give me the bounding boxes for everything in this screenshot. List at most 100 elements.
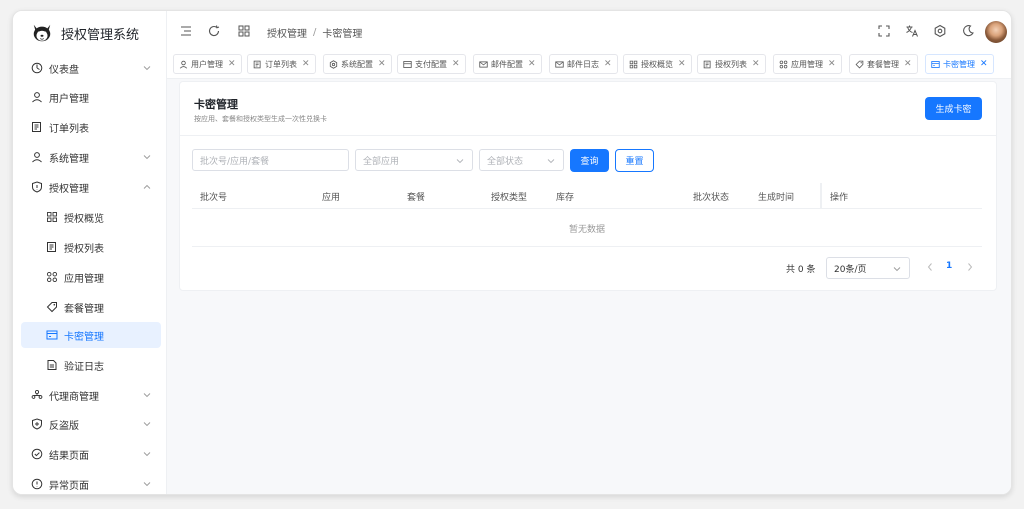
reset-button[interactable]: 重置 bbox=[615, 149, 654, 172]
fullscreen-icon[interactable] bbox=[877, 24, 891, 38]
settings-icon[interactable] bbox=[933, 24, 947, 38]
grid-icon[interactable] bbox=[237, 24, 251, 38]
close-icon[interactable]: ✕ bbox=[604, 59, 612, 69]
user-icon bbox=[32, 152, 42, 163]
chevron-down-icon bbox=[143, 452, 151, 457]
close-icon[interactable]: ✕ bbox=[828, 59, 836, 69]
close-icon[interactable]: ✕ bbox=[228, 59, 236, 69]
sidebar-item-exception-pages[interactable]: 异常页面 bbox=[21, 471, 161, 494]
close-icon[interactable]: ✕ bbox=[980, 59, 988, 69]
app-select[interactable]: 全部应用 bbox=[355, 149, 473, 171]
breadcrumb-item-current: 卡密管理 bbox=[322, 29, 363, 40]
avatar[interactable] bbox=[985, 21, 1007, 43]
tab-label: 用户管理 bbox=[191, 59, 223, 69]
sidebar-item-user-management[interactable]: 用户管理 bbox=[21, 84, 161, 110]
sidebar-item-license-management[interactable]: 授权管理 bbox=[21, 174, 161, 200]
apps-icon bbox=[46, 271, 58, 283]
next-page-icon[interactable] bbox=[966, 262, 974, 272]
query-button[interactable]: 查询 bbox=[570, 149, 609, 172]
sidebar: 授权管理系统 仪表盘 用户管理 订单列表 系统管理 授权管理 授权概览 授权列表… bbox=[13, 11, 167, 494]
breadcrumb: 授权管理 / 卡密管理 bbox=[267, 25, 362, 40]
user-icon bbox=[179, 60, 188, 69]
tab-label: 支付配置 bbox=[415, 59, 447, 69]
page-size-select[interactable]: 20条/页 bbox=[826, 257, 910, 279]
app-select-value: 全部应用 bbox=[363, 156, 400, 167]
sidebar-item-dashboard[interactable]: 仪表盘 bbox=[21, 55, 161, 81]
order-list-icon bbox=[47, 242, 56, 252]
search-input[interactable]: 批次号/应用/套餐 bbox=[192, 149, 349, 171]
log-icon bbox=[47, 360, 57, 370]
check-circle-icon bbox=[31, 448, 43, 460]
sidebar-item-verify-log[interactable]: 验证日志 bbox=[21, 352, 161, 378]
sidebar-item-label: 代理商管理 bbox=[49, 391, 99, 403]
tab-license-list[interactable]: 授权列表 ✕ bbox=[697, 54, 766, 74]
sidebar-item-system-management[interactable]: 系统管理 bbox=[21, 144, 161, 170]
tab-payment-config[interactable]: 支付配置 ✕ bbox=[397, 54, 466, 74]
sidebar-item-license-list[interactable]: 授权列表 bbox=[21, 234, 161, 260]
sidebar-item-plan-management[interactable]: 套餐管理 bbox=[21, 294, 161, 320]
sidebar-item-anti-piracy[interactable]: 反盗版 bbox=[21, 411, 161, 437]
order-list-icon bbox=[32, 122, 41, 132]
column-header: 操作 bbox=[830, 193, 849, 203]
page-subtitle: 按应用、套餐和授权类型生成一次性兑换卡 bbox=[194, 115, 327, 123]
sidebar-item-label: 结果页面 bbox=[49, 450, 89, 462]
prev-page-icon[interactable] bbox=[926, 262, 934, 272]
tab-order-list[interactable]: 订单列表 ✕ bbox=[247, 54, 316, 74]
sidebar-item-agent-management[interactable]: 代理商管理 bbox=[21, 382, 161, 408]
sidebar-item-license-overview[interactable]: 授权概览 bbox=[21, 204, 161, 230]
sidebar-item-label: 反盗版 bbox=[49, 420, 79, 432]
sidebar-item-card-management[interactable]: 卡密管理 bbox=[21, 322, 161, 348]
close-icon[interactable]: ✕ bbox=[528, 59, 536, 69]
close-icon[interactable]: ✕ bbox=[904, 59, 912, 69]
breadcrumb-item-parent[interactable]: 授权管理 bbox=[267, 25, 307, 40]
husky-logo-icon bbox=[33, 24, 51, 42]
chevron-down-icon bbox=[456, 159, 464, 164]
empty-state-text: 暂无数据 bbox=[568, 225, 605, 235]
tab-plan-management[interactable]: 套餐管理 ✕ bbox=[849, 54, 918, 74]
sidebar-item-result-pages[interactable]: 结果页面 bbox=[21, 441, 161, 467]
sidebar-item-label: 卡密管理 bbox=[64, 331, 104, 343]
sidebar-item-label: 授权列表 bbox=[64, 243, 104, 255]
tab-license-overview[interactable]: 授权概览 ✕ bbox=[623, 54, 692, 74]
close-icon[interactable]: ✕ bbox=[302, 59, 310, 69]
tab-user-management[interactable]: 用户管理 ✕ bbox=[173, 54, 242, 74]
page-number-current[interactable]: 1 bbox=[946, 261, 952, 271]
user-icon bbox=[32, 92, 42, 103]
tab-label: 系统配置 bbox=[341, 59, 373, 69]
tab-system-config[interactable]: 系统配置 ✕ bbox=[323, 54, 392, 74]
sidebar-item-label: 仪表盘 bbox=[49, 64, 79, 76]
sidebar-item-app-management[interactable]: 应用管理 bbox=[21, 264, 161, 290]
tag-icon bbox=[855, 60, 864, 68]
chevron-down-icon bbox=[143, 66, 151, 71]
tab-mail-config[interactable]: 邮件配置 ✕ bbox=[473, 54, 542, 74]
column-header: 生成时间 bbox=[758, 193, 795, 203]
logo-row[interactable]: 授权管理系统 bbox=[13, 11, 166, 55]
refresh-icon[interactable] bbox=[207, 24, 221, 38]
tab-label: 邮件日志 bbox=[567, 59, 599, 69]
close-icon[interactable]: ✕ bbox=[378, 59, 386, 69]
grid-icon bbox=[629, 60, 638, 68]
status-select[interactable]: 全部状态 bbox=[479, 149, 564, 171]
tab-label: 邮件配置 bbox=[491, 59, 523, 69]
close-icon[interactable]: ✕ bbox=[752, 59, 760, 69]
grid-icon bbox=[47, 212, 57, 222]
tab-card-management[interactable]: 卡密管理 ✕ bbox=[925, 54, 994, 74]
chevron-up-icon bbox=[143, 184, 151, 189]
status-select-value: 全部状态 bbox=[487, 156, 524, 167]
generate-card-button[interactable]: 生成卡密 bbox=[925, 97, 982, 120]
menu-fold-icon[interactable] bbox=[179, 24, 193, 38]
dark-mode-icon[interactable] bbox=[961, 24, 975, 38]
close-icon[interactable]: ✕ bbox=[678, 59, 686, 69]
sidebar-item-label: 授权管理 bbox=[49, 183, 89, 195]
tab-mail-log[interactable]: 邮件日志 ✕ bbox=[549, 54, 618, 74]
tab-label: 卡密管理 bbox=[943, 59, 975, 69]
settings-icon bbox=[329, 59, 338, 69]
tab-app-management[interactable]: 应用管理 ✕ bbox=[773, 54, 842, 74]
payment-icon bbox=[403, 60, 412, 68]
column-header: 库存 bbox=[556, 193, 575, 203]
translate-icon[interactable] bbox=[905, 24, 919, 38]
sidebar-item-order-list[interactable]: 订单列表 bbox=[21, 114, 161, 140]
close-icon[interactable]: ✕ bbox=[452, 59, 460, 69]
table-bottom-divider bbox=[192, 246, 982, 247]
chevron-down-icon bbox=[143, 393, 151, 398]
